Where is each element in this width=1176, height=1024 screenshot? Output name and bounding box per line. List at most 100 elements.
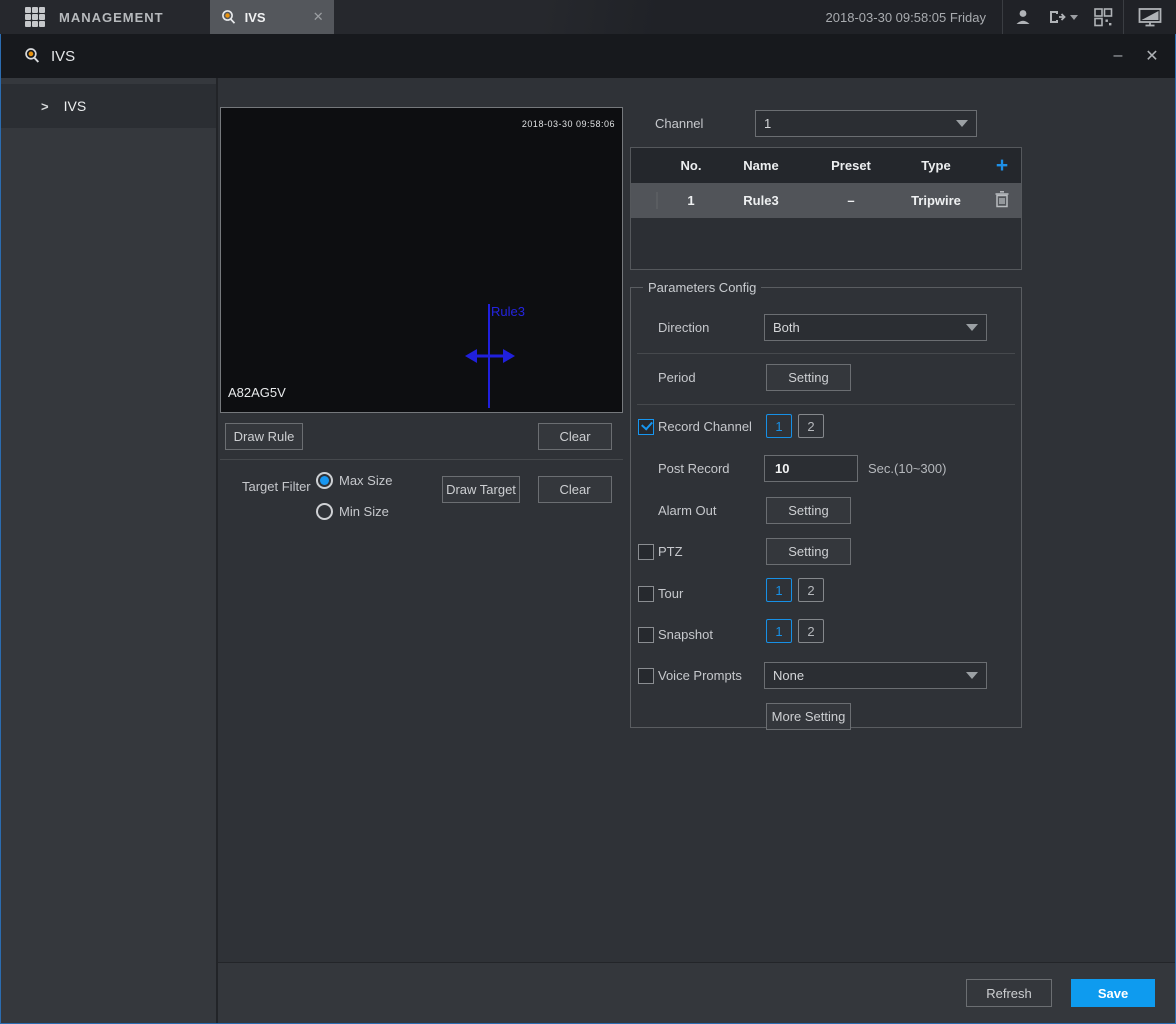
record-channel-checkbox[interactable]	[638, 419, 654, 435]
sidebar-item-ivs[interactable]: > IVS	[1, 84, 216, 128]
video-preview[interactable]: Rule3 2018-03-30 09:58:06 A82AG5V	[220, 107, 623, 413]
tour-label: Tour	[658, 580, 683, 607]
record-channel-1-button[interactable]: 1	[766, 414, 792, 438]
clear-rule-button[interactable]: Clear	[538, 423, 612, 450]
snapshot-checkbox[interactable]	[638, 627, 654, 643]
ptz-checkbox[interactable]	[638, 544, 654, 560]
refresh-button[interactable]: Refresh	[966, 979, 1052, 1007]
channel-label: Channel	[655, 110, 703, 137]
logout-icon[interactable]	[1043, 0, 1083, 34]
display-output-icon[interactable]	[1124, 0, 1176, 34]
divider	[637, 404, 1015, 405]
snapshot-2-button[interactable]: 2	[798, 619, 824, 643]
col-no: No.	[671, 158, 711, 173]
window-title: IVS	[51, 48, 75, 65]
chevron-down-icon	[966, 672, 978, 679]
more-setting-button[interactable]: More Setting	[766, 703, 851, 730]
min-size-radio[interactable]: Min Size	[316, 503, 389, 520]
ptz-setting-button[interactable]: Setting	[766, 538, 851, 565]
channel-dropdown[interactable]: 1	[755, 110, 977, 137]
ptz-label: PTZ	[658, 538, 683, 565]
voice-prompts-checkbox[interactable]	[638, 668, 654, 684]
tab-ivs[interactable]: IVS ✕	[210, 0, 334, 34]
period-setting-button[interactable]: Setting	[766, 364, 851, 391]
tour-pills: 1 2	[766, 578, 824, 602]
voice-prompts-label: Voice Prompts	[658, 662, 742, 689]
tripwire-rule-overlay: Rule3	[221, 108, 622, 412]
add-rule-icon[interactable]: +	[981, 156, 1023, 176]
snapshot-label: Snapshot	[658, 621, 713, 648]
period-label: Period	[658, 364, 696, 391]
logout-caret-icon	[1070, 15, 1078, 20]
rule-preset: –	[811, 193, 891, 208]
min-size-label: Min Size	[339, 504, 389, 519]
radio-unselected-icon[interactable]	[316, 503, 333, 520]
record-channel-pills: 1 2	[766, 414, 824, 438]
table-header-row: No. Name Preset Type +	[631, 148, 1021, 183]
tab-close-icon[interactable]: ✕	[313, 9, 324, 25]
close-icon[interactable]: ✕	[1143, 46, 1161, 66]
rule-name: Rule3	[711, 193, 811, 208]
alarm-out-setting-button[interactable]: Setting	[766, 497, 851, 524]
max-size-radio[interactable]: Max Size	[316, 472, 392, 489]
management-grid-icon[interactable]	[25, 7, 45, 27]
post-record-input[interactable]	[764, 455, 858, 482]
tour-checkbox[interactable]	[638, 586, 654, 602]
tab-ivs-label: IVS	[245, 10, 266, 25]
col-name: Name	[711, 158, 811, 173]
user-account-icon[interactable]	[1003, 0, 1043, 34]
video-timestamp: 2018-03-30 09:58:06	[522, 119, 615, 129]
direction-label: Direction	[658, 314, 709, 341]
sidebar-item-label: IVS	[64, 98, 87, 114]
rule-name-label: Rule3	[491, 304, 525, 319]
tour-1-button[interactable]: 1	[766, 578, 792, 602]
management-label[interactable]: MANAGEMENT	[59, 10, 164, 25]
chevron-down-icon	[966, 324, 978, 331]
ivs-app-window: MANAGEMENT IVS ✕ 2018-03-30 09:58:05 Fri…	[0, 0, 1176, 1024]
snapshot-pills: 1 2	[766, 619, 824, 643]
snapshot-1-button[interactable]: 1	[766, 619, 792, 643]
footer-action-bar: Refresh Save	[218, 962, 1175, 1023]
row-checkbox[interactable]	[656, 192, 658, 209]
post-record-unit: Sec.(10~300)	[868, 455, 946, 482]
tour-2-button[interactable]: 2	[798, 578, 824, 602]
chevron-down-icon	[956, 120, 968, 127]
topbar-right: 2018-03-30 09:58:05 Friday	[826, 0, 1176, 34]
top-tab-bar: MANAGEMENT IVS ✕ 2018-03-30 09:58:05 Fri…	[0, 0, 1176, 34]
qr-code-icon[interactable]	[1083, 0, 1123, 34]
divider	[220, 459, 623, 460]
minimize-icon[interactable]: –	[1109, 47, 1127, 65]
system-datetime: 2018-03-30 09:58:05 Friday	[826, 10, 986, 25]
record-channel-2-button[interactable]: 2	[798, 414, 824, 438]
col-type: Type	[891, 158, 981, 173]
main-content: Rule3 2018-03-30 09:58:06 A82AG5V Draw R…	[218, 78, 1175, 1023]
parameters-config-group: Parameters Config Direction Both Period …	[630, 280, 1022, 728]
col-preset: Preset	[811, 158, 891, 173]
voice-prompts-value: None	[773, 668, 804, 683]
delete-rule-icon[interactable]	[981, 190, 1023, 211]
radio-selected-icon[interactable]	[316, 472, 333, 489]
alarm-out-label: Alarm Out	[658, 497, 717, 524]
clear-target-button[interactable]: Clear	[538, 476, 612, 503]
parameters-config-legend: Parameters Config	[643, 280, 761, 295]
draw-target-button[interactable]: Draw Target	[442, 476, 520, 503]
divider	[637, 353, 1015, 354]
direction-dropdown[interactable]: Both	[764, 314, 987, 341]
sidebar: > IVS	[1, 78, 218, 1023]
table-row[interactable]: 1 Rule3 – Tripwire	[631, 183, 1021, 218]
record-channel-label: Record Channel	[658, 413, 752, 440]
camera-name-label: A82AG5V	[228, 385, 286, 400]
rule-no: 1	[671, 193, 711, 208]
target-filter-label: Target Filter	[242, 473, 311, 500]
draw-rule-button[interactable]: Draw Rule	[225, 423, 303, 450]
channel-value: 1	[764, 116, 771, 131]
expand-arrow-icon[interactable]: >	[41, 99, 49, 114]
save-button[interactable]: Save	[1071, 979, 1155, 1007]
direction-value: Both	[773, 320, 800, 335]
ivs-magnifier-icon	[220, 9, 237, 26]
rules-table: No. Name Preset Type + 1 Rule3 – Tripwir…	[630, 147, 1022, 270]
rule-type: Tripwire	[891, 193, 981, 208]
window-title-bar: IVS – ✕	[0, 34, 1176, 78]
voice-prompts-dropdown[interactable]: None	[764, 662, 987, 689]
ivs-window-icon	[23, 47, 41, 65]
